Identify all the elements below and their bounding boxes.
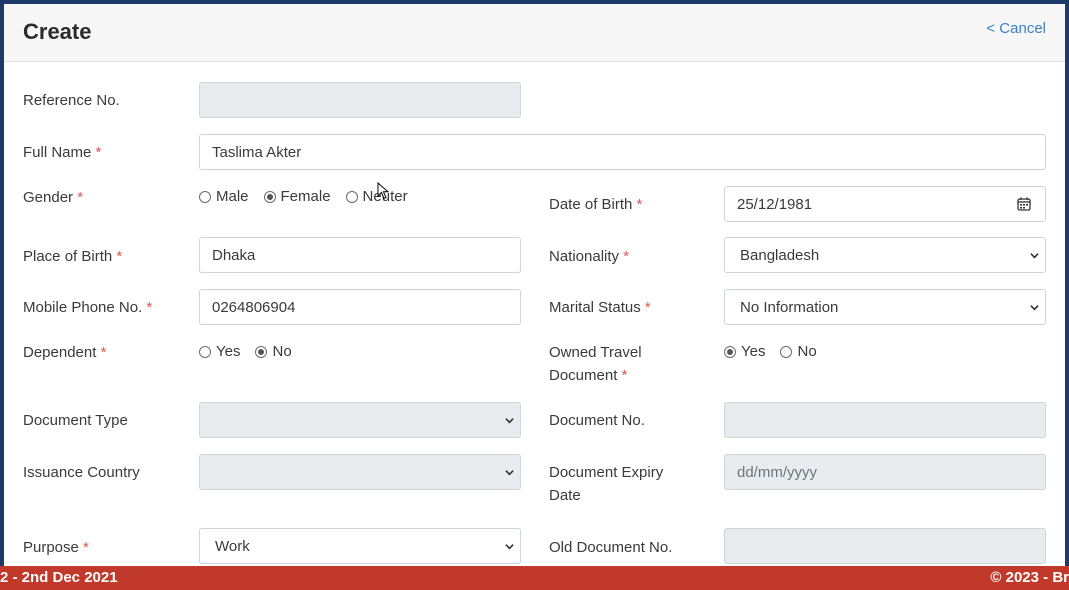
purpose-label: Purpose * bbox=[23, 539, 89, 556]
required-marker: * bbox=[116, 248, 123, 265]
document-no-input[interactable] bbox=[724, 402, 1046, 438]
radio-button[interactable] bbox=[199, 190, 211, 203]
dependent-label: Dependent * bbox=[23, 344, 107, 361]
footer-copyright-text: © 2023 - Br bbox=[990, 569, 1069, 586]
purpose-select[interactable]: Work bbox=[199, 528, 521, 564]
old-document-no-input[interactable] bbox=[724, 528, 1046, 564]
footer-release-text: 2 - 2nd Dec 2021 bbox=[0, 569, 118, 586]
reference-no-input[interactable] bbox=[199, 82, 521, 118]
radio-button-checked[interactable] bbox=[724, 345, 736, 358]
place-of-birth-label: Place of Birth * bbox=[23, 248, 123, 265]
calendar-icon[interactable] bbox=[1017, 197, 1031, 211]
required-marker: * bbox=[623, 248, 630, 265]
radio-button[interactable] bbox=[780, 345, 793, 358]
footer-bar: 2 - 2nd Dec 2021 © 2023 - Br bbox=[0, 566, 1069, 590]
required-marker: * bbox=[146, 299, 153, 316]
document-type-label: Document Type bbox=[23, 412, 128, 429]
required-marker: * bbox=[77, 189, 84, 206]
gender-radio-group: Male Female Neuter bbox=[199, 188, 423, 205]
dependent-yes-radio[interactable]: Yes bbox=[199, 343, 240, 360]
card-header: Create < Cancel bbox=[4, 4, 1065, 62]
radio-button-checked[interactable] bbox=[255, 345, 268, 358]
required-marker: * bbox=[644, 299, 651, 316]
required-marker: * bbox=[83, 539, 89, 556]
date-of-birth-label: Date of Birth * bbox=[549, 196, 643, 213]
document-type-select[interactable] bbox=[199, 402, 521, 438]
radio-button[interactable] bbox=[345, 190, 358, 203]
issuance-country-select[interactable] bbox=[199, 454, 521, 490]
chevron-down-icon bbox=[505, 418, 514, 424]
required-marker: * bbox=[621, 367, 628, 384]
mouse-cursor-icon bbox=[377, 182, 389, 200]
gender-label: Gender * bbox=[23, 189, 84, 206]
mobile-phone-label: Mobile Phone No. * bbox=[23, 299, 153, 316]
document-expiry-date-label: Document Expiry Date bbox=[549, 464, 664, 504]
radio-button-checked[interactable] bbox=[263, 190, 276, 203]
chevron-down-icon bbox=[1030, 305, 1039, 311]
marital-status-select[interactable]: No Information bbox=[724, 289, 1046, 325]
page-title: Create bbox=[23, 19, 92, 44]
old-document-no-label: Old Document No. bbox=[549, 539, 673, 556]
radio-button[interactable] bbox=[199, 345, 211, 358]
owned-travel-document-radio-group: Yes No bbox=[724, 343, 832, 360]
chevron-down-icon bbox=[505, 544, 514, 550]
required-marker: * bbox=[100, 344, 107, 361]
owned-travel-document-label: Owned Travel Document * bbox=[549, 344, 642, 384]
full-name-input[interactable]: Taslima Akter bbox=[199, 134, 1046, 170]
dependent-no-radio[interactable]: No bbox=[255, 343, 292, 360]
owned-travel-document-no-radio[interactable]: No bbox=[780, 343, 817, 360]
owned-travel-document-yes-radio[interactable]: Yes bbox=[724, 343, 765, 360]
gender-male-radio[interactable]: Male bbox=[199, 188, 249, 205]
nationality-select[interactable]: Bangladesh bbox=[724, 237, 1046, 273]
required-marker: * bbox=[636, 196, 643, 213]
full-name-label: Full Name * bbox=[23, 144, 102, 161]
gender-female-radio[interactable]: Female bbox=[263, 188, 331, 205]
document-no-label: Document No. bbox=[549, 412, 645, 429]
document-expiry-date-input[interactable]: dd/mm/yyyy bbox=[724, 454, 1046, 490]
cancel-link[interactable]: < Cancel bbox=[986, 20, 1046, 37]
reference-no-label: Reference No. bbox=[23, 92, 120, 109]
chevron-down-icon bbox=[1030, 253, 1039, 259]
mobile-phone-input[interactable]: 0264806904 bbox=[199, 289, 521, 325]
nationality-label: Nationality * bbox=[549, 248, 630, 265]
issuance-country-label: Issuance Country bbox=[23, 464, 140, 481]
date-of-birth-input[interactable]: 25/12/1981 bbox=[724, 186, 1046, 222]
marital-status-label: Marital Status * bbox=[549, 299, 651, 316]
dependent-radio-group: Yes No bbox=[199, 343, 307, 360]
required-marker: * bbox=[95, 144, 102, 161]
create-form-card: Create < Cancel Reference No. Full Name … bbox=[4, 4, 1065, 566]
chevron-down-icon bbox=[505, 470, 514, 476]
place-of-birth-input[interactable]: Dhaka bbox=[199, 237, 521, 273]
